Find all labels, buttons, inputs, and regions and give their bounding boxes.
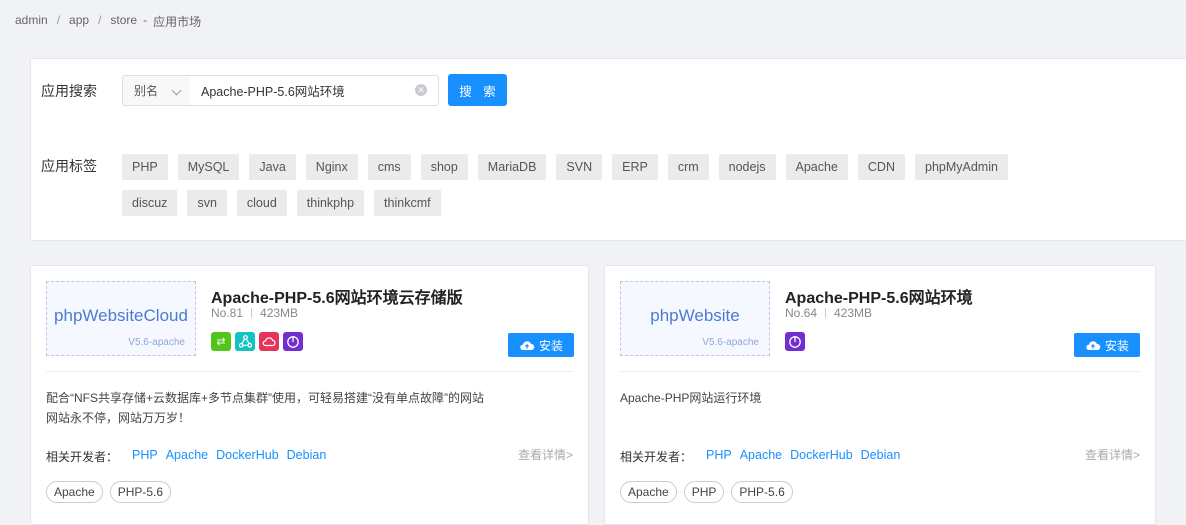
app-tag-chip[interactable]: PHP bbox=[683, 481, 725, 503]
share-icon bbox=[235, 332, 255, 351]
install-label: 安装 bbox=[1104, 338, 1129, 353]
install-button[interactable]: 安装 bbox=[508, 333, 574, 357]
tag-filter-item[interactable]: thinkphp bbox=[296, 190, 365, 216]
app-logo[interactable]: phpWebsiteCloud V5.6-apache bbox=[46, 281, 196, 356]
app-logo-version: V5.6-apache bbox=[702, 337, 759, 348]
app-card: phpWebsite V5.6-apache Apache-PHP-5.6网站环… bbox=[604, 265, 1156, 525]
app-logo-version: V5.6-apache bbox=[128, 337, 185, 348]
card-divider bbox=[46, 371, 573, 372]
app-tag-chip[interactable]: Apache bbox=[620, 481, 677, 503]
transfer-icon: ⇄ bbox=[211, 332, 231, 351]
app-tag-chips: Apache PHP-5.6 bbox=[46, 481, 172, 503]
view-details-link[interactable]: 查看详情> bbox=[1085, 446, 1140, 463]
chevron-down-icon bbox=[171, 85, 182, 96]
tag-filter-item[interactable]: MariaDB bbox=[477, 154, 547, 180]
view-details-link[interactable]: 查看详情> bbox=[518, 446, 573, 463]
tag-filter-item[interactable]: crm bbox=[667, 154, 709, 180]
developer-link[interactable]: DockerHub bbox=[216, 448, 279, 465]
app-logo-title: phpWebsite bbox=[650, 306, 740, 325]
tag-filter-item[interactable]: SVN bbox=[556, 154, 603, 180]
app-badges: ⇄ bbox=[211, 332, 303, 351]
tag-filter-item[interactable]: Apache bbox=[785, 154, 848, 180]
developer-link[interactable]: Debian bbox=[287, 448, 327, 465]
app-meta: No.81 423MB bbox=[211, 306, 298, 320]
app-description-line: Apache-PHP网站运行环境 bbox=[620, 391, 762, 405]
developer-label: 相关开发者： bbox=[620, 450, 693, 464]
app-size: 423MB bbox=[260, 306, 299, 320]
tag-filter-item[interactable]: Nginx bbox=[305, 154, 358, 180]
clear-icon[interactable]: ✕ bbox=[415, 84, 427, 96]
tag-filter-item[interactable]: phpMyAdmin bbox=[915, 154, 1008, 180]
app-badges bbox=[785, 332, 805, 351]
breadcrumb: admin / app / store - 应用市场 bbox=[15, 13, 202, 30]
search-panel: 应用搜索 别名 ✕ 搜 索 应用标签 PHPMySQLJavaNginxcmss… bbox=[30, 58, 1186, 241]
cloud-upload-icon bbox=[520, 341, 535, 350]
install-button[interactable]: 安装 bbox=[1074, 333, 1140, 357]
app-meta: No.64 423MB bbox=[785, 306, 872, 320]
app-title[interactable]: Apache-PHP-5.6网站环境 bbox=[785, 284, 973, 308]
search-label: 应用搜索 bbox=[41, 83, 97, 99]
developer-link[interactable]: PHP bbox=[706, 448, 732, 465]
app-logo[interactable]: phpWebsite V5.6-apache bbox=[620, 281, 770, 356]
developer-link[interactable]: Apache bbox=[166, 448, 208, 465]
tag-list: PHP MySQL Java Nginx cms shop MariaDB SVN ERP crm… bbox=[122, 154, 1022, 226]
search-input[interactable] bbox=[189, 75, 439, 106]
cloud-icon bbox=[259, 332, 279, 351]
search-field-select-value: 别名 bbox=[134, 84, 159, 98]
search-field-select[interactable]: 别名 bbox=[122, 75, 190, 106]
tag-filter-item[interactable]: MySQL bbox=[177, 154, 240, 180]
app-logo-title: phpWebsiteCloud bbox=[54, 306, 188, 325]
breadcrumb-admin[interactable]: admin bbox=[15, 13, 48, 30]
developer-link[interactable]: Debian bbox=[861, 448, 901, 465]
tag-filter-item[interactable]: nodejs bbox=[718, 154, 776, 180]
developer-link[interactable]: PHP bbox=[132, 448, 158, 465]
tag-filter-item[interactable]: PHP bbox=[122, 154, 168, 180]
tag-filter-item[interactable]: shop bbox=[420, 154, 468, 180]
tag-filter-item[interactable]: cms bbox=[367, 154, 411, 180]
app-description: 配合“NFS共享存储+云数据库+多节点集群”使用，可轻易搭建“没有单点故障”的网… bbox=[46, 388, 526, 428]
app-title[interactable]: Apache-PHP-5.6网站环境云存储版 bbox=[211, 284, 463, 308]
power-icon bbox=[283, 332, 303, 351]
tag-filter-item[interactable]: discuz bbox=[122, 190, 178, 216]
developer-link[interactable]: DockerHub bbox=[790, 448, 853, 465]
app-number: No.64 bbox=[785, 306, 818, 320]
developer-row: 相关开发者： PHP Apache DockerHub Debian bbox=[46, 448, 334, 465]
app-size: 423MB bbox=[834, 306, 873, 320]
app-description: Apache-PHP网站运行环境 bbox=[620, 388, 1100, 408]
tag-filter-item[interactable]: ERP bbox=[612, 154, 658, 180]
tag-filter-item[interactable]: cloud bbox=[236, 190, 287, 216]
search-button[interactable]: 搜 索 bbox=[448, 74, 507, 106]
app-card: phpWebsiteCloud V5.6-apache Apache-PHP-5… bbox=[30, 265, 589, 525]
app-tag-chip[interactable]: PHP-5.6 bbox=[731, 481, 793, 503]
developer-label: 相关开发者： bbox=[46, 450, 119, 464]
install-label: 安装 bbox=[538, 338, 563, 353]
app-description-line: 配合“NFS共享存储+云数据库+多节点集群”使用，可轻易搭建“没有单点故障”的网… bbox=[46, 391, 485, 405]
app-description-line: 网站永不停，网站万万岁！ bbox=[46, 411, 191, 425]
app-tag-chips: Apache PHP PHP-5.6 bbox=[620, 481, 793, 503]
app-tag-chip[interactable]: Apache bbox=[46, 481, 103, 503]
app-tag-chip[interactable]: PHP-5.6 bbox=[109, 481, 172, 503]
tag-filter-item[interactable]: thinkcmf bbox=[374, 190, 441, 216]
tag-filter-item[interactable]: CDN bbox=[857, 154, 905, 180]
page-title: 应用市场 bbox=[153, 15, 202, 29]
breadcrumb-app[interactable]: app bbox=[69, 13, 89, 30]
cloud-upload-icon bbox=[1086, 341, 1101, 350]
tag-filter-item[interactable]: Java bbox=[249, 154, 296, 180]
card-divider bbox=[620, 371, 1140, 372]
app-number: No.81 bbox=[211, 306, 244, 320]
developer-row: 相关开发者： PHP Apache DockerHub Debian bbox=[620, 448, 908, 465]
power-icon bbox=[785, 332, 805, 351]
developer-link[interactable]: Apache bbox=[740, 448, 782, 465]
breadcrumb-store[interactable]: store bbox=[110, 13, 137, 30]
tag-filter-item[interactable]: svn bbox=[187, 190, 227, 216]
tag-filter-label: 应用标签 bbox=[41, 158, 97, 174]
